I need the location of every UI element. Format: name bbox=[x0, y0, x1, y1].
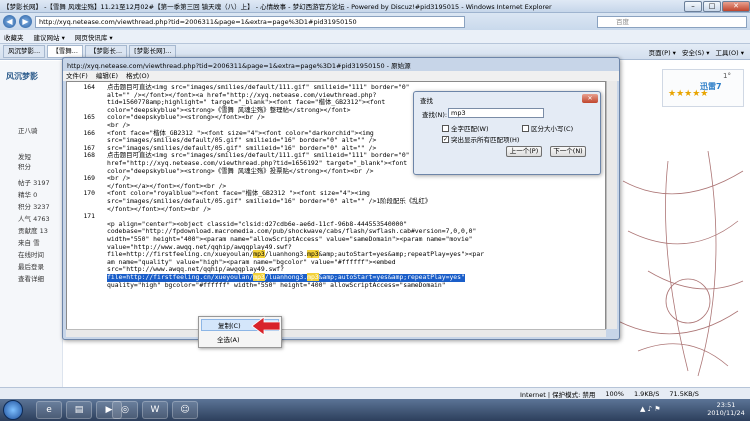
search-match: mp3 bbox=[253, 250, 265, 259]
safety-menu[interactable]: 安全(S) ▾ bbox=[682, 47, 710, 57]
find-dialog-title: 查找 bbox=[420, 97, 433, 105]
format-menu[interactable]: 格式(O) bbox=[126, 71, 149, 81]
download-speed: 71.5KB/S bbox=[669, 389, 699, 398]
source-menu-bar: 文件(F) 编辑(E) 格式(O) bbox=[63, 71, 619, 81]
status-bar: Internet | 保护模式: 禁用 100% 1.9KB/S 71.5KB/… bbox=[0, 387, 750, 399]
line-number: 171 bbox=[83, 212, 95, 221]
line-number: 168 bbox=[83, 151, 95, 160]
web-slice-link[interactable]: 网页快讯库 ▾ bbox=[75, 32, 113, 42]
search-match: mp3 bbox=[253, 273, 265, 281]
vertical-scrollbar[interactable] bbox=[606, 81, 617, 329]
minimize-button[interactable]: – bbox=[684, 0, 702, 12]
ie-taskbar-icon[interactable]: e bbox=[36, 401, 62, 419]
word-taskbar-icon[interactable]: W bbox=[142, 401, 168, 419]
find-close-button[interactable]: ✕ bbox=[582, 94, 598, 103]
clock-date: 2010/11/24 bbox=[707, 409, 745, 417]
line-number: 164 bbox=[83, 83, 95, 91]
system-tray-icons[interactable]: ▲ ♪ ⚑ bbox=[640, 405, 661, 413]
checkbox-box bbox=[442, 124, 449, 132]
find-label: 查找(N): bbox=[422, 111, 448, 119]
message-link[interactable]: 发短 bbox=[18, 151, 31, 161]
source-line: </font></font></font><br /> bbox=[107, 204, 211, 213]
credits-stat: 积分 3237 bbox=[18, 203, 50, 211]
favorites-bar: 收藏夹 建议网站 ▾ 网页快讯库 ▾ bbox=[0, 30, 750, 44]
upload-speed: 1.9KB/S bbox=[633, 389, 660, 398]
match-case-label: 区分大小写(C) bbox=[531, 125, 574, 133]
search-input[interactable]: 百度 bbox=[597, 15, 747, 28]
contribution-stat: 贡献度 13 bbox=[18, 227, 48, 235]
view-details-link[interactable]: 查看详细 bbox=[18, 273, 44, 283]
match-case-checkbox[interactable]: 区分大小写(C) bbox=[522, 123, 573, 133]
suggested-sites-link[interactable]: 建议网站 ▾ bbox=[34, 32, 65, 42]
sketch-artwork bbox=[618, 151, 744, 377]
zoom-level[interactable]: 100% bbox=[605, 390, 624, 398]
qq-taskbar-icon[interactable]: ☺ bbox=[172, 401, 198, 419]
line-number: 165 bbox=[83, 113, 95, 122]
find-input[interactable]: mp3 bbox=[448, 108, 544, 118]
close-button[interactable]: ✕ bbox=[722, 0, 750, 12]
tab-1[interactable]: 风沉梦影... bbox=[3, 45, 46, 58]
window-title: 【梦影长网】 -【雪舞 风魂尘殇】11.21至12月02#【第一季第三回 镇天魂… bbox=[3, 3, 552, 11]
page-menu[interactable]: 页面(P) ▾ bbox=[649, 47, 676, 57]
line-number: 169 bbox=[83, 174, 95, 183]
location-stat: 来自 雪 bbox=[18, 239, 40, 247]
find-next-button[interactable]: 下一个(N) bbox=[550, 146, 586, 157]
checkbox-box bbox=[522, 124, 529, 132]
red-arrow-icon bbox=[251, 316, 281, 336]
posts-stat: 帖子 3197 bbox=[18, 179, 50, 187]
clock[interactable]: 23:51 2010/11/24 bbox=[704, 401, 748, 417]
whole-word-checkbox[interactable]: 全字匹配(W) bbox=[442, 123, 489, 133]
file-menu[interactable]: 文件(F) bbox=[66, 71, 88, 81]
line-number: 166 bbox=[83, 128, 95, 137]
source-window-title: http://xyq.netease.com/viewthread.php?ti… bbox=[67, 62, 411, 70]
popularity-stat: 人气 4763 bbox=[18, 215, 50, 223]
highlight-all-label: 突出显示所有匹配项(H) bbox=[451, 136, 520, 144]
username[interactable]: 风沉梦影 bbox=[6, 71, 38, 82]
back-icon[interactable]: ◀ bbox=[3, 15, 16, 28]
clock-time: 23:51 bbox=[716, 401, 736, 409]
rating-stars-icon: ★★★★★ bbox=[668, 89, 709, 99]
forward-icon[interactable]: ▶ bbox=[19, 15, 32, 28]
search-match: mp3 bbox=[307, 273, 319, 281]
user-sidebar: 风沉梦影 正八骑 发短 积分 帖子 3197 精华 0 积分 3237 人气 4… bbox=[0, 61, 63, 387]
digest-stat: 精华 0 bbox=[18, 191, 38, 199]
last-login-stat: 最后登录 bbox=[18, 263, 44, 271]
search-match: mp3 bbox=[307, 250, 319, 259]
user-rank: 正八骑 bbox=[18, 127, 38, 135]
tools-menu[interactable]: 工具(O) ▾ bbox=[715, 47, 744, 57]
checkmark-icon: ✓ bbox=[442, 135, 449, 143]
url-input[interactable]: http://xyq.netease.com/viewthread.php?ti… bbox=[35, 15, 465, 28]
floor-number: 1° bbox=[723, 72, 731, 80]
source-line: quality="high" bgcolor="#ffffff" width="… bbox=[107, 280, 446, 289]
address-bar: ◀ ▶ http://xyq.netease.com/viewthread.ph… bbox=[0, 13, 750, 30]
source-line: color="deepskyblue"><strong></font><br /… bbox=[107, 113, 265, 122]
find-previous-button[interactable]: 上一个(P) bbox=[506, 146, 542, 157]
source-line: color="deepskyblue"><strong>《雪舞 风魂尘殇》投票贴… bbox=[107, 166, 374, 175]
online-time-stat: 在线时间 bbox=[18, 251, 44, 259]
start-button[interactable] bbox=[3, 400, 23, 420]
points-label: 积分 bbox=[18, 163, 31, 171]
highlight-all-checkbox[interactable]: ✓ 突出显示所有匹配项(H) bbox=[442, 134, 519, 144]
horizontal-scrollbar[interactable] bbox=[66, 329, 606, 337]
favorites-button[interactable]: 收藏夹 bbox=[4, 32, 24, 42]
line-number: 170 bbox=[83, 189, 95, 198]
folder-taskbar-icon[interactable]: ▤ bbox=[66, 401, 92, 419]
whole-word-label: 全字匹配(W) bbox=[451, 125, 489, 133]
edit-menu[interactable]: 编辑(E) bbox=[96, 71, 118, 81]
maximize-button[interactable]: □ bbox=[703, 0, 721, 12]
taskbar: e ▤ ▶ ◎ W ☺ ▲ ♪ ⚑ 23:51 2010/11/24 bbox=[0, 399, 750, 421]
security-zone: Internet | 保护模式: 禁用 bbox=[520, 390, 596, 399]
ie-titlebar: 【梦影长网】 -【雪舞 风魂尘殇】11.21至12月02#【第一季第三回 镇天魂… bbox=[0, 0, 750, 13]
find-dialog: 查找 ✕ 查找(N): mp3 全字匹配(W) 区分大小写(C) ✓ 突出显示所有… bbox=[413, 91, 601, 175]
chrome-taskbar-icon[interactable]: ◎ bbox=[112, 401, 138, 419]
